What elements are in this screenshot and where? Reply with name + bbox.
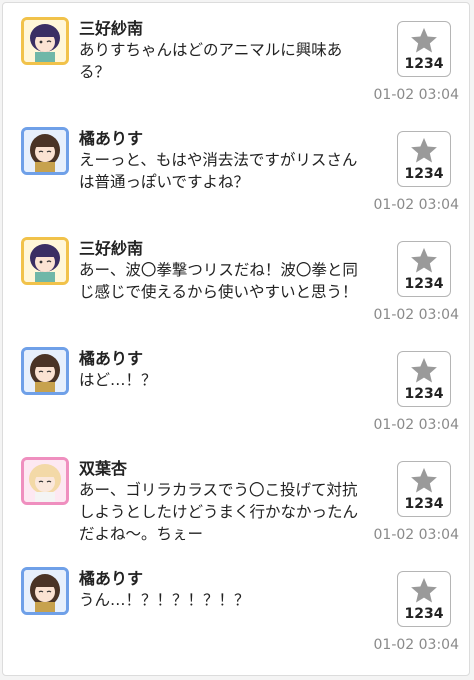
timestamp: 01-02 03:04 <box>373 417 459 433</box>
avatar-sanae[interactable] <box>21 237 69 285</box>
message-text: あー、波〇拳撃つリスだね！波〇拳と同じ感じで使えるから使いやすいと思う！ <box>79 261 358 301</box>
message-text: あー、ゴリラカラスでう〇こ投げて対抗しようとしたけどうまく行かなかったんだよね〜… <box>79 481 359 543</box>
star-icon <box>411 247 437 273</box>
favorite-count: 1234 <box>404 606 444 622</box>
character-portrait-icon <box>24 20 66 62</box>
star-icon <box>411 137 437 163</box>
chat-message: 三好紗南 ありすちゃんはどのアニマルに興味ある？ 1234 01-02 03:0… <box>3 3 471 113</box>
favorite-button[interactable]: 1234 <box>397 351 451 407</box>
message-text: えーっと、もはや消去法ですがリスさんは普通っぽいですよね？ <box>79 151 358 191</box>
speaker-name: 橘ありす <box>79 129 144 148</box>
timestamp: 01-02 03:04 <box>373 637 459 653</box>
speaker-name: 三好紗南 <box>79 19 144 38</box>
favorite-count: 1234 <box>404 276 444 292</box>
chat-message: 橘ありす はど…！？ 1234 01-02 03:04 <box>3 333 471 443</box>
message-text: うん…！？！？！？！？ <box>79 591 250 609</box>
favorite-button[interactable]: 1234 <box>397 571 451 627</box>
favorite-count: 1234 <box>404 386 444 402</box>
favorite-button[interactable]: 1234 <box>397 241 451 297</box>
character-portrait-icon <box>24 130 66 172</box>
chat-message: 橘ありす うん…！？！？！？！？ 1234 01-02 03:04 <box>3 553 471 663</box>
avatar-arisu[interactable] <box>21 567 69 615</box>
character-portrait-icon <box>24 240 66 282</box>
favorite-button[interactable]: 1234 <box>397 21 451 77</box>
star-icon <box>411 357 437 383</box>
message-text: ありすちゃんはどのアニマルに興味ある？ <box>79 41 343 81</box>
avatar-arisu[interactable] <box>21 127 69 175</box>
favorite-button[interactable]: 1234 <box>397 461 451 517</box>
speaker-name: 橘ありす <box>79 569 144 588</box>
timestamp: 01-02 03:04 <box>373 307 459 323</box>
timestamp: 01-02 03:04 <box>373 197 459 213</box>
character-portrait-icon <box>24 460 66 502</box>
favorite-button[interactable]: 1234 <box>397 131 451 187</box>
character-portrait-icon <box>24 570 66 612</box>
speaker-name: 双葉杏 <box>79 459 128 478</box>
star-icon <box>411 577 437 603</box>
chat-panel: 三好紗南 ありすちゃんはどのアニマルに興味ある？ 1234 01-02 03:0… <box>2 2 470 676</box>
favorite-count: 1234 <box>404 56 444 72</box>
avatar-arisu[interactable] <box>21 347 69 395</box>
avatar-anzu[interactable] <box>21 457 69 505</box>
avatar-sanae[interactable] <box>21 17 69 65</box>
character-portrait-icon <box>24 350 66 392</box>
favorite-count: 1234 <box>404 496 444 512</box>
star-icon <box>411 467 437 493</box>
timestamp: 01-02 03:04 <box>373 87 459 103</box>
favorite-count: 1234 <box>404 166 444 182</box>
speaker-name: 橘ありす <box>79 349 144 368</box>
chat-message: 橘ありす えーっと、もはや消去法ですがリスさんは普通っぽいですよね？ 1234 … <box>3 113 471 223</box>
timestamp: 01-02 03:04 <box>373 527 459 543</box>
speaker-name: 三好紗南 <box>79 239 144 258</box>
star-icon <box>411 27 437 53</box>
message-text: はど…！？ <box>79 371 157 389</box>
chat-message: 双葉杏 あー、ゴリラカラスでう〇こ投げて対抗しようとしたけどうまく行かなかったん… <box>3 443 471 553</box>
chat-message: 三好紗南 あー、波〇拳撃つリスだね！波〇拳と同じ感じで使えるから使いやすいと思う… <box>3 223 471 333</box>
